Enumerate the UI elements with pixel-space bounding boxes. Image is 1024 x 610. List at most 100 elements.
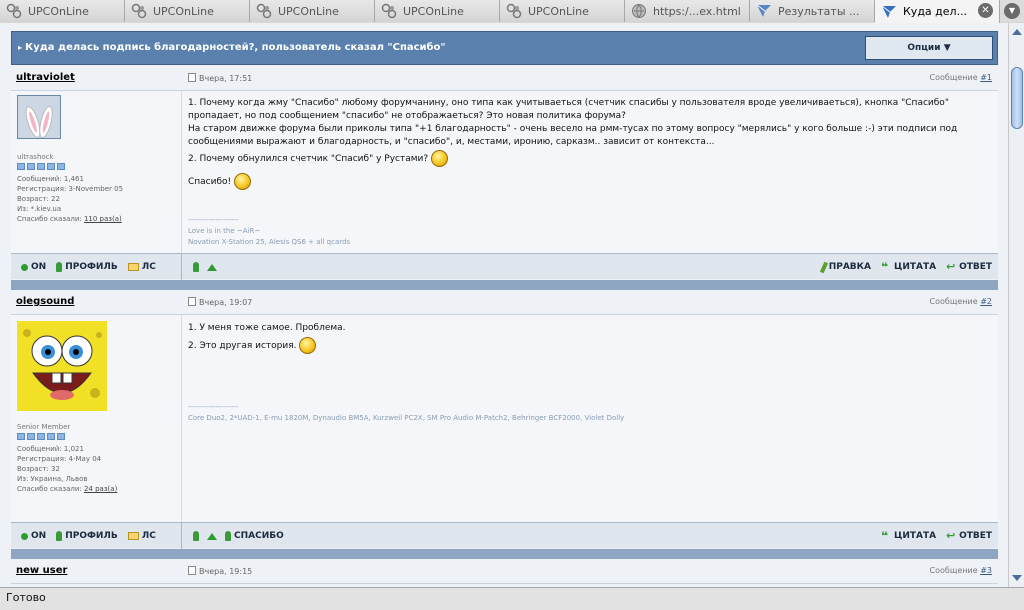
tab-upconline-5[interactable]: UPCOnLine	[500, 0, 625, 22]
tongue-smiley-icon	[431, 150, 449, 167]
reply-arrow-icon: ↩	[946, 529, 956, 542]
post-date: Вчера, 19:07	[188, 297, 252, 307]
post-date: Вчера, 19:15	[188, 566, 252, 576]
signature: -------------------- Love is in the ~AiR…	[188, 216, 351, 246]
status-text: Готово	[6, 591, 46, 604]
quote-icon: ❝	[880, 260, 889, 274]
thanks-count-link[interactable]: 24 раз(а)	[84, 485, 117, 493]
tab-current-topic[interactable]: Куда дел... ✕	[875, 0, 1000, 23]
close-icon[interactable]: ✕	[978, 3, 993, 18]
reply-button[interactable]: ↩ ОТВЕТ	[946, 529, 992, 542]
upc-icon	[256, 3, 272, 19]
post-date: Вчера, 17:51	[188, 73, 252, 83]
scroll-down-icon[interactable]	[1012, 575, 1022, 581]
online-status: ON	[21, 262, 46, 272]
reply-button[interactable]: ↩ ОТВЕТ	[946, 260, 992, 273]
profile-button[interactable]: ПРОФИЛЬ	[56, 262, 118, 272]
tab-list-button[interactable]: ▼	[1000, 0, 1024, 22]
edit-button[interactable]: ПРАВКА	[819, 261, 871, 273]
quote-icon: ❝	[880, 529, 889, 543]
user-stats: Сообщений: 1,021 Регистрация: 4-May 04 В…	[17, 445, 118, 493]
post-footer: ON ПРОФИЛЬ ЛС СПАСИБО ❝ ЦИТАТА ↩ ОТВЕТ	[11, 522, 998, 549]
vertical-scrollbar[interactable]	[1008, 23, 1024, 587]
exclamation-icon	[193, 262, 199, 272]
pm-button[interactable]: ЛС	[127, 262, 156, 272]
document-icon	[188, 297, 196, 306]
upc-icon	[506, 3, 522, 19]
user-actions: ON ПРОФИЛЬ ЛС	[11, 523, 182, 549]
post-header: ultraviolet Вчера, 17:51 Сообщение #1	[11, 67, 998, 91]
author-link[interactable]: new user	[16, 565, 67, 576]
post-divider	[11, 280, 998, 290]
document-icon	[188, 73, 196, 82]
tab-upconline-2[interactable]: UPCOnLine	[125, 0, 250, 22]
status-bar: Готово	[0, 587, 1024, 610]
tab-label: Куда дел...	[903, 5, 968, 18]
bunny-ears-icon	[18, 96, 60, 138]
message-panel: 1. Почему когда жму "Спасибо" любому фор…	[182, 91, 998, 253]
tab-label: UPCOnLine	[528, 4, 589, 18]
signature: -------------------- Core Duo2, 2*UAD-1,…	[188, 403, 625, 422]
post-body: ultrashock Сообщений: 1,461 Регистрация:…	[11, 91, 998, 253]
user-icon	[56, 262, 63, 272]
tab-upconline-3[interactable]: UPCOnLine	[250, 0, 375, 22]
post-header: new user Вчера, 19:15 Сообщение #3	[11, 560, 998, 584]
tab-label: UPCOnLine	[278, 4, 339, 18]
scrollbar-thumb[interactable]	[1011, 67, 1023, 129]
scroll-up-icon[interactable]	[1012, 29, 1022, 35]
online-dot-icon	[21, 532, 28, 540]
smile-smiley-icon	[234, 173, 252, 190]
sponge-face-icon	[17, 321, 107, 411]
upc-icon	[381, 3, 397, 19]
scroll-top-button[interactable]	[207, 532, 217, 540]
tab-bar: UPCOnLine UPCOnLine UPCOnLine UPCOnLine …	[0, 0, 1024, 23]
upc-icon	[131, 3, 147, 19]
user-rank: Senior Member	[17, 423, 71, 431]
reply-arrow-icon: ↩	[946, 260, 956, 273]
post-header: olegsound Вчера, 19:07 Сообщение #2	[11, 291, 998, 315]
rank-pips	[17, 433, 65, 440]
online-status: ON	[21, 531, 46, 541]
author-link[interactable]: ultraviolet	[16, 72, 75, 83]
tab-results[interactable]: Результаты ...	[750, 0, 875, 22]
post-number-link[interactable]: #1	[980, 73, 992, 82]
rank-pips	[17, 163, 65, 170]
profile-button[interactable]: ПРОФИЛЬ	[56, 531, 118, 541]
tab-label: https:/...ex.html	[653, 4, 741, 18]
post-number-link[interactable]: #2	[980, 297, 992, 306]
tab-upconline-4[interactable]: UPCOnLine	[375, 0, 500, 22]
author-panel: ultrashock Сообщений: 1,461 Регистрация:…	[11, 91, 182, 253]
upc-icon	[6, 3, 22, 19]
report-button[interactable]	[193, 531, 199, 541]
grin-smiley-icon	[299, 337, 317, 354]
tab-https-page[interactable]: https:/...ex.html	[625, 0, 750, 22]
tab-upconline-1[interactable]: UPCOnLine	[0, 0, 125, 22]
arrow-right-icon: ▸	[18, 43, 23, 52]
tab-label: Результаты ...	[778, 4, 860, 18]
avatar	[17, 95, 61, 139]
user-stats: Сообщений: 1,461 Регистрация: 3-November…	[17, 175, 124, 223]
options-button[interactable]: Опции ▼	[865, 36, 993, 60]
quote-button[interactable]: ❝ ЦИТАТА	[880, 529, 936, 543]
post-body: Senior Member Сообщений: 1,021 Регистрац…	[11, 315, 998, 522]
topic-title: ▸ Куда делась подпись благодарностей?, по…	[18, 42, 446, 53]
forum-icon	[756, 4, 771, 17]
author-link[interactable]: olegsound	[16, 296, 74, 307]
user-rank: ultrashock	[17, 153, 54, 161]
post-tools	[193, 254, 217, 280]
tab-label: UPCOnLine	[153, 4, 214, 18]
post-number: Сообщение #2	[929, 297, 992, 306]
pm-button[interactable]: ЛС	[127, 531, 156, 541]
exclamation-icon	[193, 531, 199, 541]
forum-icon	[881, 5, 896, 18]
post-actions: ПРАВКА ❝ ЦИТАТА ↩ ОТВЕТ	[819, 254, 992, 280]
message-text: 1. Почему когда жму "Спасибо" любому фор…	[188, 97, 988, 190]
quote-button[interactable]: ❝ ЦИТАТА	[880, 260, 936, 274]
thanks-button[interactable]: СПАСИБО	[225, 531, 284, 541]
page-viewport: ▸ Куда делась подпись благодарностей?, по…	[0, 23, 1008, 587]
post-number-link[interactable]: #3	[980, 566, 992, 575]
thanks-count-link[interactable]: 110 раз(а)	[84, 215, 122, 223]
report-button[interactable]	[193, 262, 199, 272]
mail-icon	[127, 263, 139, 271]
scroll-top-button[interactable]	[207, 263, 217, 271]
